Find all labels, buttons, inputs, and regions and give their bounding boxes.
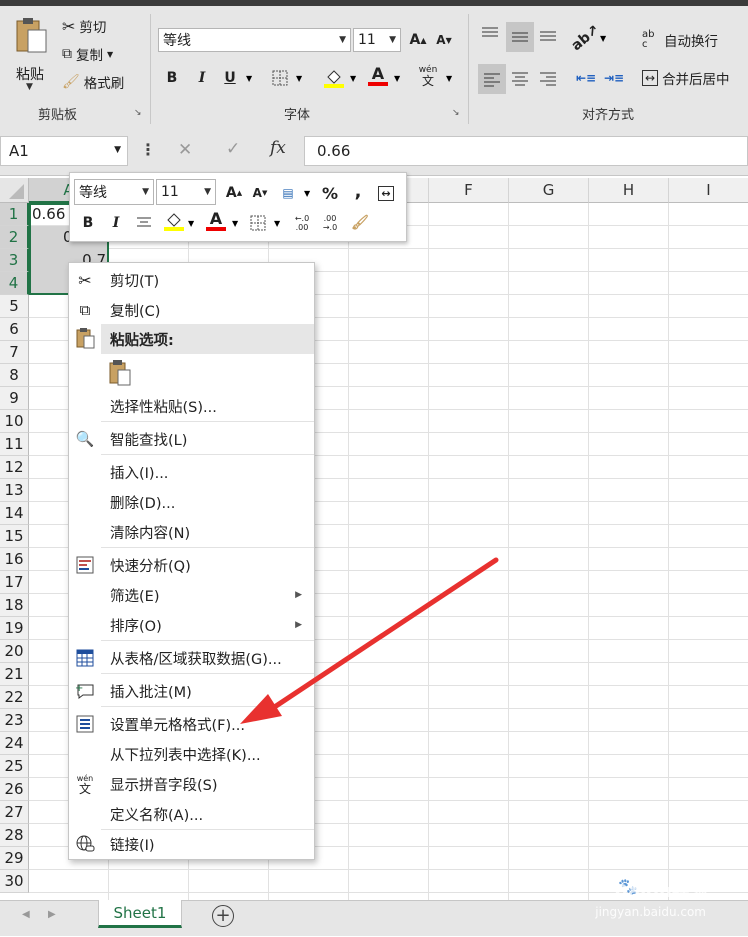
watermark-logo: Baidu经验 — [614, 881, 708, 902]
chevron-left-icon[interactable]: ◀ — [22, 909, 30, 920]
watermark-url: jingyan.baidu.com — [595, 905, 706, 919]
add-sheet-icon: + — [215, 905, 231, 926]
annotation-arrow — [240, 557, 499, 724]
chevron-right-icon[interactable]: ▶ — [48, 909, 56, 920]
tab-sheet1-label: Sheet1 — [113, 904, 167, 922]
add-sheet-button[interactable]: + — [212, 905, 234, 927]
watermark: 🐾 Baidu经验 jingyan.baidu.com — [566, 877, 746, 937]
sheet-tabs-bar: ◀ ▶ Sheet1 + 🐾 Baidu经验 jingyan.baidu.com — [0, 877, 748, 936]
tab-sheet1[interactable]: Sheet1 — [98, 900, 182, 928]
